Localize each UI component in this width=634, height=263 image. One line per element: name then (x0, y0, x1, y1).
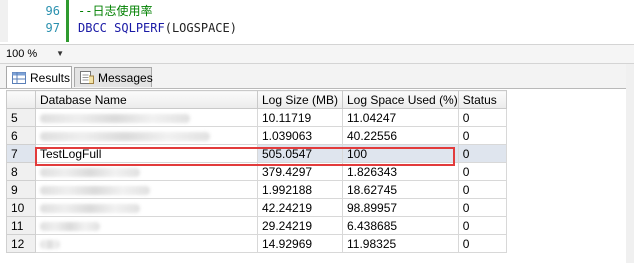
table-row[interactable]: 10 42.24219 98.89957 0 (6, 198, 507, 217)
header-row: Database Name Log Size (MB) Log Space Us… (6, 90, 507, 109)
line-number: 96 (45, 4, 60, 18)
redacted-name (40, 221, 100, 231)
log-space-used-cell[interactable]: 1.826343 (342, 162, 459, 181)
database-name-cell[interactable]: TestLogFull (35, 144, 258, 163)
status-cell[interactable]: 0 (457, 198, 507, 217)
log-size-cell[interactable]: 14.92969 (257, 234, 343, 253)
log-space-used-cell[interactable]: 11.98325 (342, 234, 459, 253)
log-space-used-cell[interactable]: 98.89957 (342, 198, 459, 217)
column-header-log-size[interactable]: Log Size (MB) (257, 90, 343, 109)
column-header-database-name[interactable]: Database Name (35, 90, 258, 109)
database-name-cell[interactable] (35, 126, 258, 145)
vertical-scrollbar[interactable] (626, 64, 634, 263)
log-space-used-cell[interactable]: 11.04247 (342, 108, 459, 127)
zoom-value: 100 % (6, 47, 38, 60)
row-number[interactable]: 5 (6, 108, 36, 127)
log-size-cell[interactable]: 379.4297 (257, 162, 343, 181)
sql-comment: --日志使用率 (78, 4, 153, 18)
database-name-cell[interactable] (35, 198, 258, 217)
status-cell[interactable]: 0 (457, 162, 507, 181)
status-cell[interactable]: 0 (457, 144, 507, 163)
grid-icon (12, 71, 26, 84)
status-cell[interactable]: 0 (457, 126, 507, 145)
sql-keyword: DBCC (78, 21, 107, 35)
log-size-cell[interactable]: 1.992188 (257, 180, 343, 199)
line-number: 97 (45, 21, 60, 35)
sql-keyword: SQLPERF (114, 21, 165, 35)
status-cell[interactable]: 0 (457, 108, 507, 127)
table-row[interactable]: 6 1.039063 40.22556 0 (6, 126, 507, 145)
database-name-cell[interactable] (35, 216, 258, 235)
log-size-cell[interactable]: 505.0547 (257, 144, 343, 163)
row-number[interactable]: 10 (6, 198, 36, 217)
table-row-selected[interactable]: 7 TestLogFull 505.0547 100 0 (6, 144, 507, 163)
chevron-down-icon[interactable]: ▼ (56, 49, 64, 58)
row-number[interactable]: 9 (6, 180, 36, 199)
zoom-bar: 100 % ▼ (0, 44, 634, 64)
zoom-dropdown[interactable]: 100 % ▼ (2, 46, 64, 61)
log-size-cell[interactable]: 10.11719 (257, 108, 343, 127)
tab-label: Messages (98, 70, 153, 85)
table-row[interactable]: 9 1.992188 18.62745 0 (6, 180, 507, 199)
redacted-name (40, 167, 140, 177)
log-space-used-cell[interactable]: 6.438685 (342, 216, 459, 235)
database-name-cell[interactable] (35, 108, 258, 127)
log-size-cell[interactable]: 29.24219 (257, 216, 343, 235)
redacted-name (40, 239, 60, 249)
status-cell[interactable]: 0 (457, 180, 507, 199)
tab-results[interactable]: Results (6, 66, 72, 88)
redacted-name (40, 203, 140, 213)
messages-icon (80, 71, 94, 84)
log-space-used-cell[interactable]: 40.22556 (342, 126, 459, 145)
sql-editor[interactable]: 96 --日志使用率 97 DBCC SQLPERF(LOGSPACE) (0, 0, 634, 42)
redacted-name (40, 131, 210, 141)
log-size-cell[interactable]: 1.039063 (257, 126, 343, 145)
log-space-used-cell[interactable]: 100 (342, 144, 459, 163)
database-name-cell[interactable] (35, 234, 258, 253)
table-row[interactable]: 12 14.92969 11.98325 0 (6, 234, 507, 253)
row-number[interactable]: 11 (6, 216, 36, 235)
code-line[interactable]: 97 DBCC SQLPERF(LOGSPACE) (0, 20, 634, 37)
redacted-name (40, 185, 150, 195)
tab-messages[interactable]: Messages (74, 67, 153, 87)
corner-header[interactable] (6, 90, 36, 109)
row-number[interactable]: 8 (6, 162, 36, 181)
status-cell[interactable]: 0 (457, 216, 507, 235)
status-cell[interactable]: 0 (457, 234, 507, 253)
log-size-cell[interactable]: 42.24219 (257, 198, 343, 217)
column-header-status[interactable]: Status (457, 90, 507, 109)
sql-argument: (LOGSPACE) (164, 21, 237, 35)
database-name-cell[interactable] (35, 180, 258, 199)
table-row[interactable]: 11 29.24219 6.438685 0 (6, 216, 507, 235)
log-space-used-cell[interactable]: 18.62745 (342, 180, 459, 199)
table-row[interactable]: 5 10.11719 11.04247 0 (6, 108, 507, 127)
row-number[interactable]: 6 (6, 126, 36, 145)
code-line[interactable]: 96 --日志使用率 (0, 3, 634, 20)
column-header-log-space-used[interactable]: Log Space Used (%) (342, 90, 459, 109)
row-number[interactable]: 7 (6, 144, 36, 163)
sql-statement: DBCC SQLPERF(LOGSPACE) (78, 20, 237, 37)
results-tab-strip: Results Messages (0, 64, 634, 89)
row-number[interactable]: 12 (6, 234, 36, 253)
redacted-name (40, 113, 190, 123)
tab-label: Results (30, 70, 71, 85)
results-table: Database Name Log Size (MB) Log Space Us… (6, 90, 507, 253)
results-grid[interactable]: Database Name Log Size (MB) Log Space Us… (6, 90, 634, 263)
database-name-cell[interactable] (35, 162, 258, 181)
table-row[interactable]: 8 379.4297 1.826343 0 (6, 162, 507, 181)
